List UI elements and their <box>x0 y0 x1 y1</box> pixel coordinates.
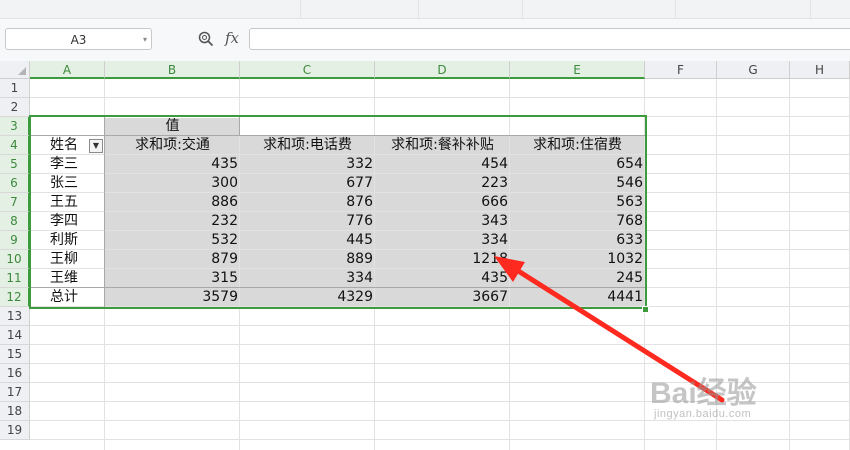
pivot-value-cell[interactable]: 332 <box>240 155 375 174</box>
pivot-total-label[interactable]: 总计 <box>30 288 105 307</box>
row-header-18[interactable]: 18 <box>0 402 30 421</box>
row-header-3[interactable]: 3 <box>0 117 30 136</box>
pivot-value-cell[interactable]: 876 <box>240 193 375 212</box>
chevron-down-icon[interactable]: ▾ <box>143 29 147 51</box>
pivot-value-cell[interactable]: 768 <box>510 212 645 231</box>
toolbar-separator <box>418 0 419 18</box>
row-header-2[interactable]: 2 <box>0 98 30 117</box>
column-header-h[interactable]: H <box>790 61 850 79</box>
pivot-row-label[interactable]: 张三 <box>30 174 105 193</box>
title-strip <box>0 0 850 19</box>
row-header-10[interactable]: 10 <box>0 250 30 269</box>
pivot-value-cell[interactable]: 223 <box>375 174 510 193</box>
row-header-19[interactable]: 19 <box>0 421 30 440</box>
toolbar-separator <box>522 0 523 18</box>
row-gridline <box>30 363 850 364</box>
pivot-value-cell[interactable]: 546 <box>510 174 645 193</box>
pivot-column-header[interactable]: 求和项:电话费 <box>240 136 375 155</box>
row-gridline <box>30 420 850 421</box>
row-header-6[interactable]: 6 <box>0 174 30 193</box>
pivot-values-header[interactable]: 值 <box>105 117 240 136</box>
row-header-17[interactable]: 17 <box>0 383 30 402</box>
pivot-value-cell[interactable]: 886 <box>105 193 240 212</box>
pivot-value-cell[interactable]: 445 <box>240 231 375 250</box>
column-header-f[interactable]: F <box>645 61 717 79</box>
row-gridline <box>30 344 850 345</box>
pivot-row-label[interactable]: 王柳 <box>30 250 105 269</box>
pivot-value-cell[interactable]: 776 <box>240 212 375 231</box>
pivot-value-cell[interactable]: 879 <box>105 250 240 269</box>
row-header-11[interactable]: 11 <box>0 269 30 288</box>
pivot-row-label[interactable]: 李四 <box>30 212 105 231</box>
formula-toolbar: A3 ▾ fx <box>0 19 850 62</box>
row-header-14[interactable]: 14 <box>0 326 30 345</box>
pivot-total-cell[interactable]: 3579 <box>105 288 240 307</box>
row-gridline <box>30 325 850 326</box>
pivot-value-cell[interactable]: 334 <box>375 231 510 250</box>
row-header-4[interactable]: 4 <box>0 136 30 155</box>
pivot-value-cell[interactable]: 633 <box>510 231 645 250</box>
pivot-value-cell[interactable]: 1032 <box>510 250 645 269</box>
pivot-value-cell[interactable]: 889 <box>240 250 375 269</box>
pivot-column-header[interactable]: 求和项:住宿费 <box>510 136 645 155</box>
pivot-value-cell[interactable]: 435 <box>105 155 240 174</box>
toolbar-separator <box>810 0 811 18</box>
pivot-value-cell[interactable]: 654 <box>510 155 645 174</box>
pivot-value-cell[interactable]: 1218 <box>375 250 510 269</box>
row-header-5[interactable]: 5 <box>0 155 30 174</box>
formula-input[interactable] <box>249 28 850 50</box>
row-gridline <box>30 382 850 383</box>
pivot-value-cell[interactable]: 343 <box>375 212 510 231</box>
pivot-value-cell[interactable]: 454 <box>375 155 510 174</box>
pivot-value-cell[interactable]: 300 <box>105 174 240 193</box>
spreadsheet-grid[interactable]: A B C D E F G H 1 2 3 4 5 6 7 8 9 10 11 12 13 14 15 16 17 18 19 值姓名… <box>0 61 850 450</box>
pivot-total-cell[interactable]: 4441 <box>510 288 645 307</box>
row-header-7[interactable]: 7 <box>0 193 30 212</box>
row-header-9[interactable]: 9 <box>0 231 30 250</box>
pivot-value-cell[interactable]: 232 <box>105 212 240 231</box>
row-header-13[interactable]: 13 <box>0 307 30 326</box>
pivot-value-cell[interactable]: 245 <box>510 269 645 288</box>
row-header-15[interactable]: 15 <box>0 345 30 364</box>
pivot-total-cell[interactable]: 3667 <box>375 288 510 307</box>
pivot-value-cell[interactable]: 435 <box>375 269 510 288</box>
pivot-value-cell[interactable]: 532 <box>105 231 240 250</box>
row-gridline <box>30 401 850 402</box>
pivot-value-cell[interactable]: 563 <box>510 193 645 212</box>
name-box-value: A3 <box>70 33 87 47</box>
pivot-column-header[interactable]: 求和项:餐补补贴 <box>375 136 510 155</box>
pivot-value-cell[interactable]: 315 <box>105 269 240 288</box>
column-header-c[interactable]: C <box>240 61 375 79</box>
row-gridline <box>30 439 850 440</box>
toolbar-separator <box>300 0 301 18</box>
column-header-g[interactable]: G <box>717 61 790 79</box>
row-header-8[interactable]: 8 <box>0 212 30 231</box>
column-header-a[interactable]: A <box>30 61 105 79</box>
pivot-row-label[interactable]: 王维 <box>30 269 105 288</box>
fx-icon[interactable]: fx <box>225 29 239 47</box>
fill-handle[interactable] <box>642 306 649 313</box>
column-header-b[interactable]: B <box>105 61 240 79</box>
toolbar-separator <box>675 0 676 18</box>
row-header-16[interactable]: 16 <box>0 364 30 383</box>
name-box[interactable]: A3 ▾ <box>5 28 152 50</box>
row-header-12[interactable]: 12 <box>0 288 30 307</box>
pivot-row-label[interactable]: 利斯 <box>30 231 105 250</box>
filter-dropdown-icon[interactable]: ▼ <box>89 139 103 153</box>
row-header-1[interactable]: 1 <box>0 79 30 98</box>
column-header-d[interactable]: D <box>375 61 510 79</box>
pivot-column-header[interactable]: 求和项:交通 <box>105 136 240 155</box>
pivot-row-label[interactable]: 王五 <box>30 193 105 212</box>
zoom-formula-icon[interactable] <box>198 31 214 47</box>
pivot-row-label[interactable]: 李三 <box>30 155 105 174</box>
pivot-value-cell[interactable]: 666 <box>375 193 510 212</box>
pivot-value-cell[interactable]: 334 <box>240 269 375 288</box>
row-gridline <box>30 97 850 98</box>
pivot-total-cell[interactable]: 4329 <box>240 288 375 307</box>
column-header-e[interactable]: E <box>510 61 645 79</box>
pivot-value-cell[interactable]: 677 <box>240 174 375 193</box>
select-all-corner[interactable] <box>0 61 30 79</box>
